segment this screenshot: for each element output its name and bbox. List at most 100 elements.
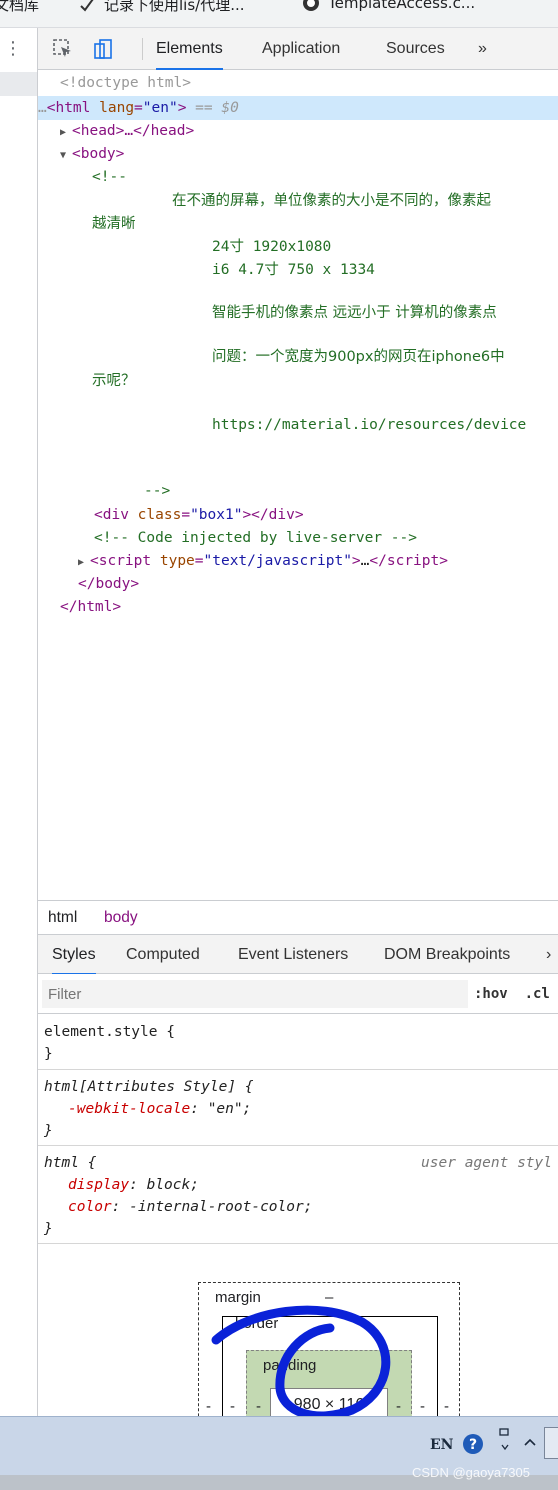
div-attr-value: "box1" (190, 507, 243, 523)
bookmark-label: 记录下使用lis/代理... (104, 0, 245, 14)
filter-bar: :hov .cl (38, 974, 558, 1014)
devtools-panel: Elements Application Sources » <!doctype… (38, 28, 558, 1416)
div-close-tag: div (268, 507, 295, 523)
bookmarks-bar: 文档库 记录下使用lis/代理... TemplateAccess.c... (0, 0, 558, 28)
comment-open: <!-- (92, 169, 127, 185)
breadcrumb-html[interactable]: html (48, 909, 77, 927)
style-declaration[interactable]: -webkit-locale: "en"; (68, 1098, 251, 1120)
breadcrumb-body[interactable]: body (104, 909, 138, 927)
script-attr-value: "text/javascript" (203, 553, 352, 569)
property-value: -internal-root-color; (129, 1199, 313, 1215)
property-name: display (68, 1177, 130, 1193)
style-rule-element: element.style { } (38, 1014, 558, 1070)
head-tag: <head>…</head> (72, 123, 195, 139)
expand-triangle-icon[interactable]: ▶ (78, 552, 90, 574)
comment-text: 智能手机的像素点 远远小于 计算机的像素点 (212, 305, 497, 321)
div-node[interactable]: <div class="box1"></div> (94, 504, 304, 526)
html-attr-value: "en" (142, 100, 178, 116)
script-node[interactable]: ▶ <script type="text/javascript">…</scrip… (78, 550, 448, 572)
html-tag: html (55, 100, 91, 116)
border-left-value: - (230, 1398, 235, 1415)
tab-elements[interactable]: Elements (156, 28, 223, 70)
bookmark-label: 文档库 (0, 0, 40, 14)
rule-close: } (44, 1123, 53, 1139)
collapse-triangle-icon[interactable]: ▼ (60, 145, 72, 167)
border-label: border (235, 1315, 279, 1331)
html-node[interactable]: …<html lang="en"> == $0 (38, 97, 239, 119)
more-subtabs-button[interactable]: › (546, 935, 551, 975)
device-toolbar-icon[interactable] (92, 38, 114, 60)
bookmark-item[interactable]: 记录下使用lis/代理... (78, 0, 245, 15)
div-attr: class (137, 507, 182, 523)
rule-selector[interactable]: html[Attributes Style] { (44, 1076, 254, 1098)
tab-event-listeners[interactable]: Event Listeners (238, 935, 348, 975)
rule-selector[interactable]: html { (44, 1155, 96, 1171)
padding-left-value: - (256, 1398, 261, 1415)
comment-text: 越清晰 (92, 216, 136, 232)
script-attr: type (159, 553, 195, 569)
window-switch-icon[interactable] (496, 1427, 514, 1455)
filter-input[interactable] (42, 980, 468, 1008)
more-tabs-button[interactable]: » (478, 28, 487, 70)
tab-computed[interactable]: Computed (126, 935, 200, 975)
language-indicator[interactable]: EN (430, 1437, 453, 1453)
comment-text: https://material.io/resources/device (212, 417, 527, 433)
style-declaration[interactable]: color: -internal-root-color; (68, 1196, 312, 1218)
property-name: color (68, 1199, 112, 1215)
rule-source: user agent styl (421, 1155, 552, 1171)
state-toggles: :hov .cl (474, 986, 550, 1002)
comment-text: 问题：一个宽度为900px的网页在iphone6中 (212, 349, 505, 365)
rule-selector[interactable]: element.style { (44, 1021, 175, 1043)
taskbar: EN ? CSDN @gaoya7305 (0, 1416, 558, 1490)
comment-text: 24寸 1920x1080 (212, 239, 332, 255)
comment-text: 示呢？ (92, 373, 136, 389)
body-close-tag[interactable]: </body> (78, 573, 139, 595)
box-model: margin – border padding 980 × 116 - - - … (38, 1274, 558, 1416)
margin-left-value: - (206, 1398, 211, 1415)
chevron-up-icon[interactable] (522, 1435, 538, 1451)
devtools-toolbar: Elements Application Sources » (38, 28, 558, 70)
rule-selector-line: html { user agent styl (44, 1152, 552, 1174)
margin-label: margin (215, 1289, 261, 1306)
body-tag: <body> (72, 146, 125, 162)
tab-dom-breakpoints[interactable]: DOM Breakpoints (384, 935, 510, 975)
page-selection-highlight (0, 72, 37, 96)
tab-styles[interactable]: Styles (52, 935, 96, 975)
breadcrumb: html body (38, 900, 558, 934)
help-icon[interactable]: ? (462, 1433, 484, 1455)
html-close-tag[interactable]: </html> (60, 596, 121, 618)
page-viewport-strip: ⋮ (0, 28, 38, 1416)
bookmark-item[interactable]: 文档库 (0, 0, 39, 15)
globe-icon (303, 0, 319, 11)
more-vert-icon[interactable]: ⋮ (4, 38, 22, 59)
head-node[interactable]: ▶ <head>…</head> (60, 120, 194, 142)
tab-application[interactable]: Application (262, 28, 340, 70)
style-rule-html: html { user agent styl display: block; co… (38, 1146, 558, 1244)
body-node[interactable]: ▼ <body> (60, 143, 124, 165)
styles-subtabs: Styles Computed Event Listeners DOM Brea… (38, 934, 558, 975)
bookmark-icon (80, 0, 94, 12)
padding-label: padding (263, 1357, 317, 1374)
injected-comment: <!-- Code injected by live-server --> (94, 530, 418, 546)
bookmark-item[interactable]: TemplateAccess.c... (302, 0, 475, 12)
dom-tree: <!doctype html> …<html lang="en"> == $0 … (38, 70, 558, 900)
tab-sources[interactable]: Sources (386, 28, 445, 70)
cls-button[interactable]: .cl (525, 986, 550, 1002)
svg-text:?: ? (469, 1437, 477, 1453)
comment-close: --> (144, 483, 171, 499)
expand-triangle-icon[interactable]: ▶ (60, 122, 72, 144)
show-desktop-button[interactable] (544, 1427, 558, 1459)
padding-right-value: - (396, 1398, 401, 1415)
box-model-content[interactable]: 980 × 116 (270, 1388, 388, 1416)
hov-button[interactable]: :hov (474, 986, 508, 1002)
style-rule-attributes: html[Attributes Style] { -webkit-locale:… (38, 1070, 558, 1146)
inspect-element-icon[interactable] (52, 38, 74, 60)
property-name: -webkit-locale (68, 1101, 191, 1117)
comment-text: 在不通的屏幕，单位像素的大小是不同的，像素起 (172, 193, 491, 209)
property-value: "en"; (207, 1101, 252, 1117)
border-right-value: - (420, 1398, 425, 1415)
doctype-node[interactable]: <!doctype html> (60, 72, 191, 94)
style-declaration[interactable]: display: block; (68, 1174, 199, 1196)
bookmark-label: TemplateAccess.c... (328, 0, 476, 12)
script-tag: script (98, 553, 152, 569)
